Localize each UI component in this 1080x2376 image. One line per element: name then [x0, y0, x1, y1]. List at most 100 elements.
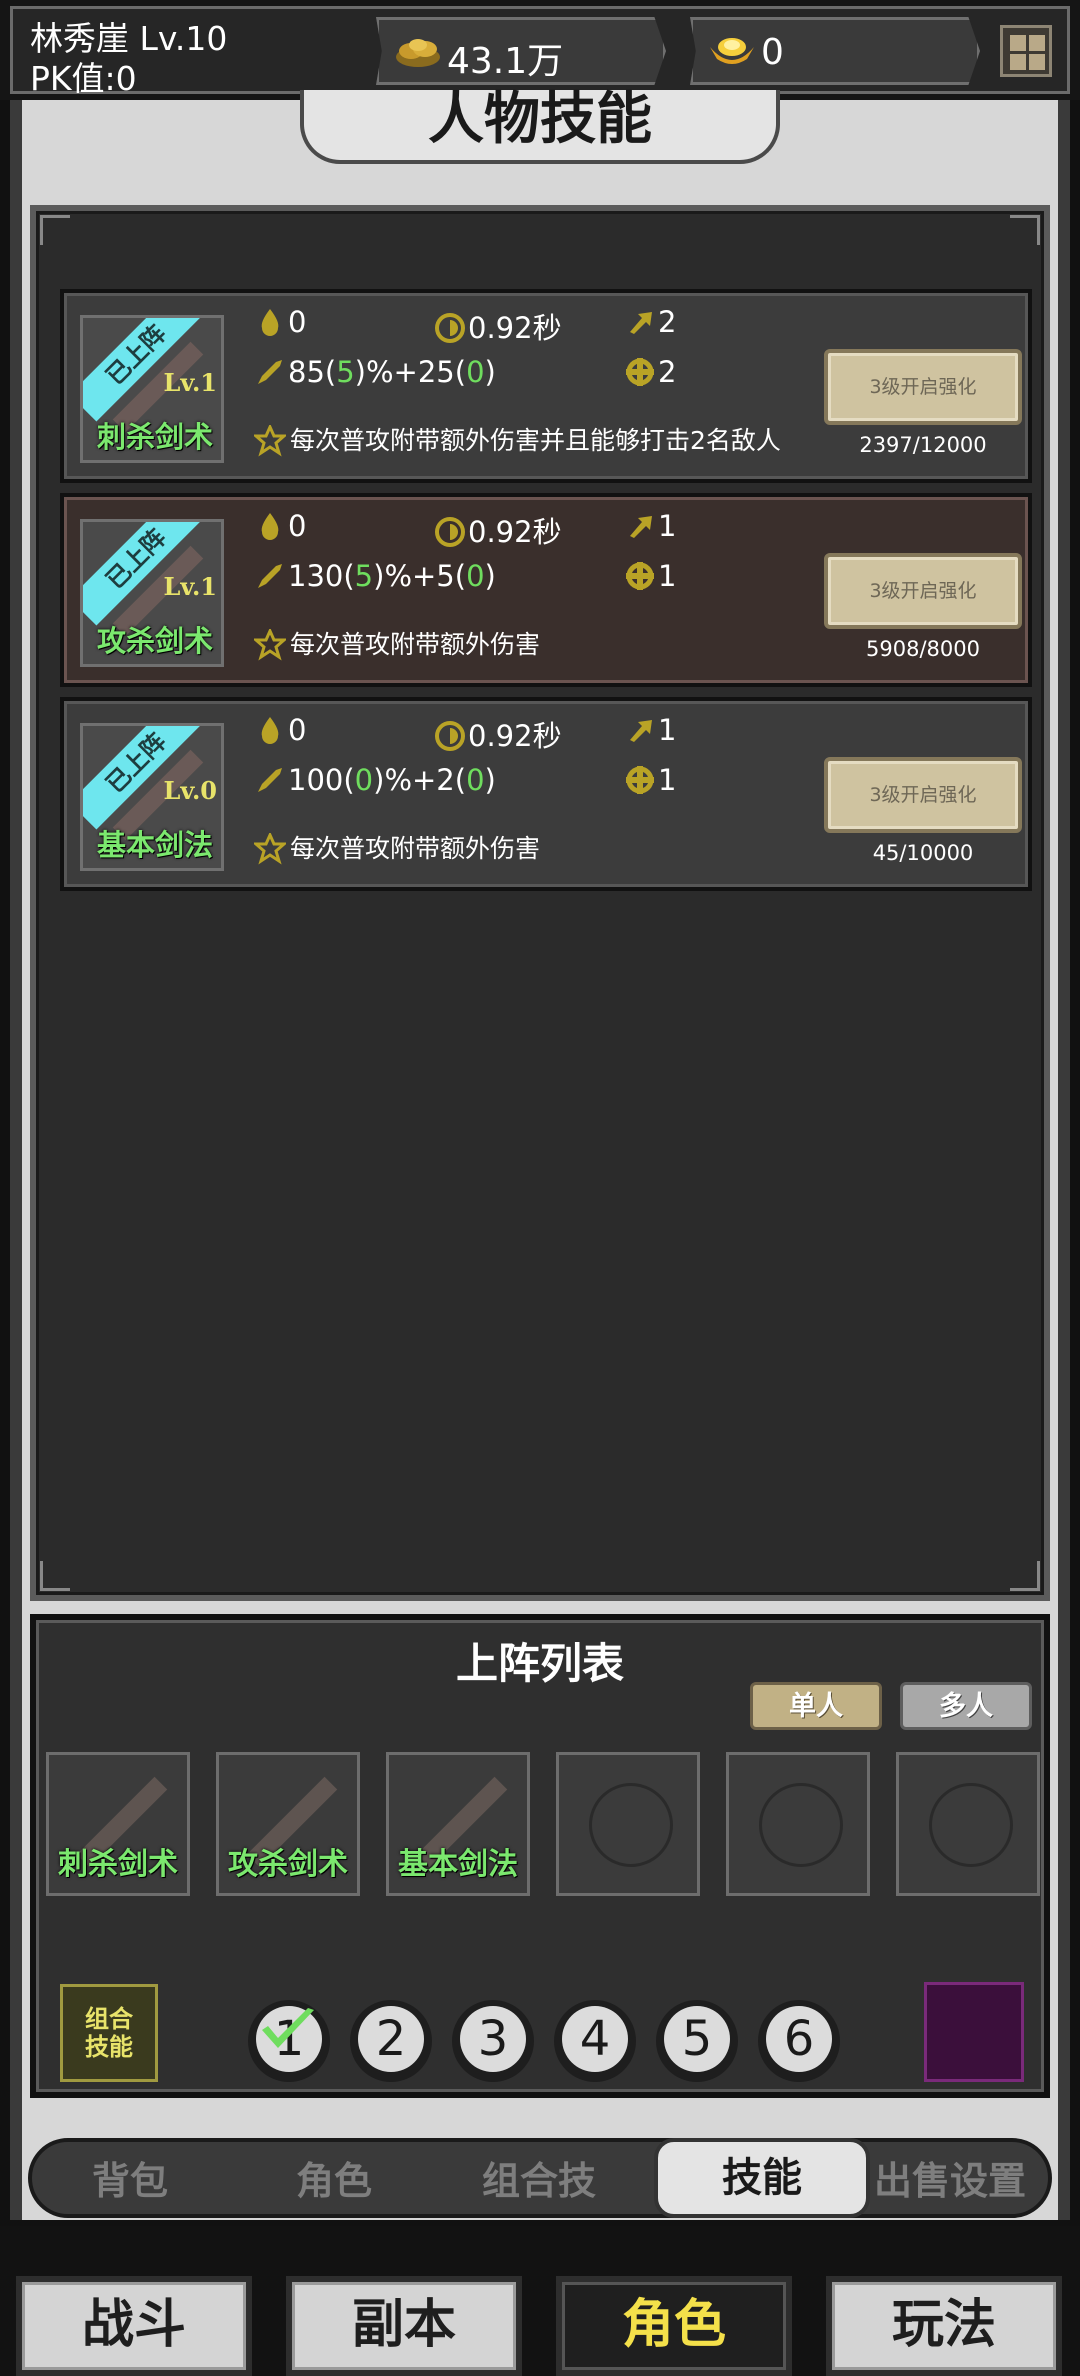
panel-corner: [1010, 215, 1040, 245]
preset-number: 5: [664, 2006, 730, 2072]
skill-description: 每次普攻附带额外伤害并且能够打击2名敌人: [254, 421, 781, 457]
slot-skill-name: 攻杀剑术: [228, 1847, 348, 1882]
nav-gameplay[interactable]: 玩法: [826, 2276, 1062, 2376]
sword-damage-icon: [258, 564, 282, 588]
grid-cell: [1029, 54, 1045, 70]
ingot-amount: 0: [761, 32, 784, 73]
arrow-icon: [630, 720, 652, 742]
star-icon: [254, 425, 286, 457]
combo-skill-button[interactable]: 组合 技能: [60, 1984, 158, 2082]
target-count: 1: [624, 713, 676, 747]
enhance-button[interactable]: 3级开启强化: [824, 757, 1022, 833]
cooldown: 0.92秒: [434, 509, 562, 551]
mp-cost: 0: [254, 305, 306, 339]
star-icon: [254, 833, 286, 865]
skill-name: 基本剑法: [96, 828, 213, 862]
preset-button-2[interactable]: 2: [350, 2000, 432, 2082]
panel-corner: [40, 1561, 70, 1591]
skill-progress: 2397/12000: [859, 433, 987, 457]
status-bar: 林秀崖 Lv.10 PK值:0 43.1万 0: [0, 0, 1080, 100]
crosshair-icon: [626, 766, 654, 794]
range: 2: [624, 355, 676, 389]
lineup-slot[interactable]: 攻杀剑术: [216, 1752, 360, 1896]
skill-name: 攻杀剑术: [96, 624, 213, 658]
tab-character[interactable]: 角色: [296, 2150, 372, 2205]
preset-button-6[interactable]: 6: [758, 2000, 840, 2082]
panel-corner: [1010, 1561, 1040, 1591]
skill-card[interactable]: 已上阵 Lv.1 刺杀剑术 0 0.92秒 2 85(5)%+25(0) 2 每…: [60, 289, 1032, 483]
preset-button-4[interactable]: 4: [554, 2000, 636, 2082]
tab-combo-skill[interactable]: 组合技: [482, 2150, 596, 2205]
empty-slot-emblem-icon: [929, 1783, 1013, 1867]
preset-number: 4: [562, 2006, 628, 2072]
mana-drop-icon: [261, 513, 279, 540]
menu-grid-button[interactable]: [1000, 25, 1052, 77]
slot-skill-name: 刺杀剑术: [58, 1847, 178, 1882]
damage-formula: 100(0)%+2(0): [254, 763, 496, 797]
nav-dungeon[interactable]: 副本: [286, 2276, 522, 2376]
gold-display[interactable]: 43.1万: [376, 17, 666, 85]
panel-title-banner: 人物技能: [300, 90, 780, 164]
grid-cell: [1010, 35, 1026, 51]
range: 1: [624, 559, 676, 593]
tab-sell-settings[interactable]: 出售设置: [874, 2150, 1026, 2205]
target-count: 1: [624, 509, 676, 543]
arrow-icon: [630, 516, 652, 538]
skill-list-panel[interactable]: 已上阵 Lv.1 刺杀剑术 0 0.92秒 2 85(5)%+25(0) 2 每…: [30, 205, 1050, 1601]
bottom-nav: 战斗 副本 角色 玩法: [0, 2226, 1080, 2376]
tab-bag[interactable]: 背包: [92, 2150, 168, 2205]
nav-battle[interactable]: 战斗: [16, 2276, 252, 2376]
gold-amount: 43.1万: [447, 41, 564, 82]
skill-icon: 已上阵 Lv.1 刺杀剑术: [80, 315, 224, 463]
lineup-panel: 上阵列表 单人 多人 刺杀剑术 攻杀剑术 基本剑法 组合 技能 1 2 3 4 …: [30, 1614, 1050, 2098]
skill-level: Lv.1: [163, 572, 217, 601]
mana-drop-icon: [261, 309, 279, 336]
enhance-button[interactable]: 3级开启强化: [824, 349, 1022, 425]
skill-progress: 45/10000: [872, 841, 974, 865]
nav-character[interactable]: 角色: [556, 2276, 792, 2376]
damage-formula: 85(5)%+25(0): [254, 355, 496, 389]
slot-skill-name: 基本剑法: [398, 1847, 518, 1882]
single-mode-button[interactable]: 单人: [750, 1682, 882, 1730]
arrow-icon: [630, 312, 652, 334]
tab-skills[interactable]: 技能: [654, 2138, 870, 2218]
skill-level: Lv.1: [163, 368, 217, 397]
panel-title: 人物技能: [428, 87, 652, 152]
clock-icon: [435, 313, 465, 343]
preset-button-5[interactable]: 5: [656, 2000, 738, 2082]
empty-lineup-slot[interactable]: [726, 1752, 870, 1896]
lineup-slot[interactable]: 刺杀剑术: [46, 1752, 190, 1896]
combo-label-line1: 组合: [85, 2005, 133, 2033]
sword-damage-icon: [258, 360, 282, 384]
skill-card[interactable]: 已上阵 Lv.1 攻杀剑术 0 0.92秒 1 130(5)%+5(0) 1 每…: [60, 493, 1032, 687]
gold-pile-icon: [396, 39, 440, 67]
panel-corner: [40, 215, 70, 245]
skill-icon: 已上阵 Lv.1 攻杀剑术: [80, 519, 224, 667]
skill-card[interactable]: 已上阵 Lv.0 基本剑法 0 0.92秒 1 100(0)%+2(0) 1 每…: [60, 697, 1032, 891]
empty-lineup-slot[interactable]: [556, 1752, 700, 1896]
gold-ingot-icon: [710, 38, 754, 64]
skill-description: 每次普攻附带额外伤害: [254, 829, 540, 865]
grid-cell: [1010, 54, 1026, 70]
mp-cost: 0: [254, 509, 306, 543]
damage-formula: 130(5)%+5(0): [254, 559, 496, 593]
grid-cell: [1029, 35, 1045, 51]
skill-icon: 已上阵 Lv.0 基本剑法: [80, 723, 224, 871]
purple-slot[interactable]: [924, 1982, 1024, 2082]
multi-mode-button[interactable]: 多人: [900, 1682, 1032, 1730]
preset-button-3[interactable]: 3: [452, 2000, 534, 2082]
ingot-display[interactable]: 0: [690, 17, 980, 85]
star-icon: [254, 629, 286, 661]
preset-button-1[interactable]: 1: [248, 2000, 330, 2082]
lineup-slot[interactable]: 基本剑法: [386, 1752, 530, 1896]
target-count: 2: [624, 305, 676, 339]
enhance-button[interactable]: 3级开启强化: [824, 553, 1022, 629]
sword-damage-icon: [258, 768, 282, 792]
skill-name: 刺杀剑术: [96, 420, 213, 454]
lineup-title: 上阵列表: [455, 1639, 624, 1688]
skill-progress: 5908/8000: [866, 637, 980, 661]
combo-label-line2: 技能: [85, 2033, 133, 2061]
skill-description: 每次普攻附带额外伤害: [254, 625, 540, 661]
empty-lineup-slot[interactable]: [896, 1752, 1040, 1896]
preset-number: 6: [766, 2006, 832, 2072]
